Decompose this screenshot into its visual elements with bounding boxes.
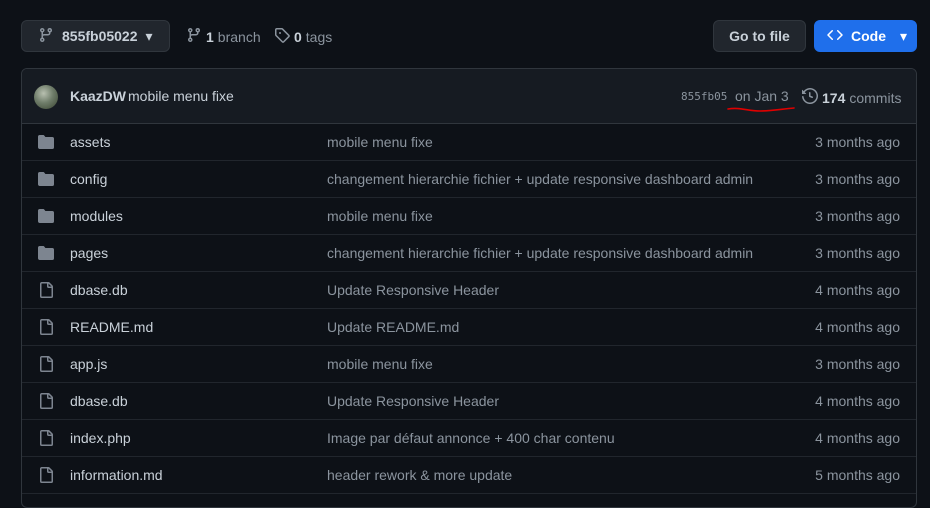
file-age: 4 months ago — [815, 430, 900, 446]
file-name[interactable]: assets — [70, 134, 110, 150]
file-commit-message[interactable]: Update README.md — [327, 319, 459, 335]
avatar[interactable] — [34, 85, 58, 109]
tags-count: 0 — [294, 28, 302, 45]
tag-icon — [274, 27, 294, 46]
file-commit-message[interactable]: header rework & more update — [327, 467, 512, 483]
code-icon — [827, 27, 843, 46]
file-icon — [38, 319, 54, 338]
file-row[interactable]: README.md Update README.md 4 months ago — [22, 309, 916, 346]
repo-file-browser: KaazDW mobile menu fixe 855fb05 on Jan 3… — [21, 68, 917, 508]
folder-icon — [38, 208, 54, 227]
file-commit-message[interactable]: mobile menu fixe — [327, 134, 433, 150]
file-row[interactable]: pages changement hierarchie fichier + up… — [22, 235, 916, 272]
folder-icon — [38, 171, 54, 190]
file-age: 5 months ago — [815, 467, 900, 483]
commit-sha[interactable]: 855fb05 — [681, 90, 727, 103]
commit-date[interactable]: on Jan 3 — [735, 88, 789, 104]
branches-count: 1 — [206, 28, 214, 45]
latest-commit-bar: KaazDW mobile menu fixe 855fb05 on Jan 3… — [22, 69, 916, 124]
folder-icon — [38, 134, 54, 153]
commits-count: 174 — [822, 89, 846, 106]
folder-icon — [38, 245, 54, 264]
file-name[interactable]: app.js — [70, 356, 107, 372]
file-row[interactable]: modules mobile menu fixe 3 months ago — [22, 198, 916, 235]
commits-link[interactable]: 174 commits — [802, 87, 902, 107]
go-to-file-label: Go to file — [729, 28, 790, 44]
file-name[interactable]: index.php — [70, 430, 131, 446]
file-icon — [38, 467, 54, 486]
go-to-file-button[interactable]: Go to file — [713, 20, 806, 52]
code-button-label: Code — [851, 28, 886, 44]
file-commit-message[interactable]: Update Responsive Header — [327, 282, 499, 298]
branches-link[interactable]: 1 branch — [186, 27, 261, 46]
file-age: 3 months ago — [815, 134, 900, 150]
file-name[interactable]: README.md — [70, 319, 153, 335]
file-icon — [38, 356, 54, 375]
file-age: 4 months ago — [815, 282, 900, 298]
commit-message[interactable]: mobile menu fixe — [128, 88, 234, 104]
commits-label: commits — [849, 89, 902, 106]
file-age: 4 months ago — [815, 319, 900, 335]
file-icon — [38, 430, 54, 449]
file-name[interactable]: modules — [70, 208, 123, 224]
file-commit-message[interactable]: changement hierarchie fichier + update r… — [327, 245, 753, 261]
file-name[interactable]: dbase.db — [70, 393, 128, 409]
file-age: 3 months ago — [815, 245, 900, 261]
file-name[interactable]: dbase.db — [70, 282, 128, 298]
file-row[interactable]: config changement hierarchie fichier + u… — [22, 161, 916, 198]
file-name[interactable]: information.md — [70, 467, 163, 483]
chevron-down-icon: ▾ — [145, 27, 153, 44]
file-row[interactable]: dbase.db Update Responsive Header 4 mont… — [22, 383, 916, 420]
red-underline-annotation — [727, 107, 795, 112]
chevron-down-icon: ▾ — [900, 27, 908, 44]
branches-label: branch — [217, 28, 261, 45]
file-commit-message[interactable]: Update Responsive Header — [327, 393, 499, 409]
file-row[interactable]: information.md header rework & more upda… — [22, 457, 916, 494]
branch-selector-label: 855fb05022 — [62, 28, 138, 44]
file-commit-message[interactable]: Image par défaut annonce + 400 char cont… — [327, 430, 615, 446]
file-row[interactable]: dbase.db Update Responsive Header 4 mont… — [22, 272, 916, 309]
file-commit-message[interactable]: mobile menu fixe — [327, 208, 433, 224]
file-age: 3 months ago — [815, 356, 900, 372]
file-commit-message[interactable]: changement hierarchie fichier + update r… — [327, 171, 753, 187]
tags-link[interactable]: 0 tags — [274, 27, 332, 46]
git-branch-icon — [186, 27, 206, 46]
file-row[interactable]: app.js mobile menu fixe 3 months ago — [22, 346, 916, 383]
file-row[interactable]: index.php Image par défaut annonce + 400… — [22, 420, 916, 457]
git-branch-icon — [38, 27, 54, 46]
file-age: 3 months ago — [815, 208, 900, 224]
file-age: 3 months ago — [815, 171, 900, 187]
file-icon — [38, 282, 54, 301]
file-name[interactable]: config — [70, 171, 107, 187]
file-commit-message[interactable]: mobile menu fixe — [327, 356, 433, 372]
file-age: 4 months ago — [815, 393, 900, 409]
file-list: assets mobile menu fixe 3 months ago con… — [22, 124, 916, 494]
history-icon — [802, 87, 822, 107]
file-row[interactable]: assets mobile menu fixe 3 months ago — [22, 124, 916, 161]
branch-selector-button[interactable]: 855fb05022 ▾ — [21, 20, 170, 52]
commit-author[interactable]: KaazDW — [70, 88, 126, 104]
tags-label: tags — [305, 28, 333, 45]
code-button[interactable]: Code ▾ — [814, 20, 917, 52]
file-icon — [38, 393, 54, 412]
file-name[interactable]: pages — [70, 245, 108, 261]
